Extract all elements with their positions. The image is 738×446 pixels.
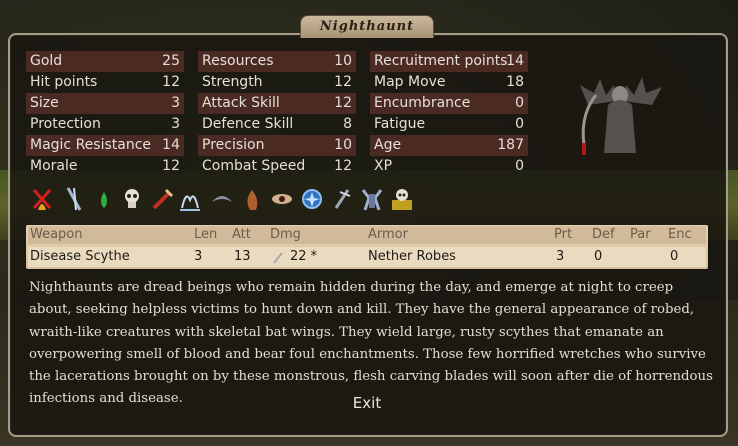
stat-fatigue: Fatigue 0 — [370, 114, 528, 135]
armor-name[interactable]: Nether Robes — [368, 249, 456, 264]
undead-icon[interactable] — [120, 186, 144, 212]
stat-morale: Morale 12 — [26, 156, 184, 177]
stat-label: Morale — [30, 158, 78, 174]
header-att: Att — [232, 227, 251, 242]
armor-prt: 3 — [556, 249, 565, 264]
cold-resistance-icon[interactable] — [330, 186, 354, 212]
stat-label: Attack Skill — [202, 95, 280, 111]
weapon-name[interactable]: Disease Scythe — [30, 249, 130, 264]
slash-damage-icon — [273, 252, 283, 264]
stat-label: Gold — [30, 53, 63, 69]
header-dmg: Dmg — [270, 227, 301, 242]
flying-icon[interactable] — [210, 186, 234, 212]
stat-value: 14 — [506, 53, 524, 69]
stat-label: Combat Speed — [202, 158, 306, 174]
header-par: Par — [630, 227, 651, 242]
disease-weapon-icon[interactable] — [150, 186, 174, 212]
stat-protection: Protection 3 — [26, 114, 184, 135]
stat-value: 25 — [162, 53, 180, 69]
stat-size: Size 3 — [26, 93, 184, 114]
header-def: Def — [592, 227, 615, 242]
stat-label: Magic Resistance — [30, 137, 152, 153]
exit-button[interactable]: Exit — [340, 394, 394, 412]
stat-recruitment-points: Recruitment points 14 — [370, 51, 528, 72]
stat-label: Recruitment points — [374, 53, 508, 69]
panel-title: Nighthaunt — [300, 15, 434, 38]
stat-encumbrance: Encumbrance 0 — [370, 93, 528, 114]
unit-portrait — [580, 77, 662, 155]
stat-value: 0 — [515, 95, 524, 111]
stat-xp: XP 0 — [370, 156, 528, 177]
stat-value: 3 — [171, 95, 180, 111]
stats-column-3: Recruitment points 14 Map Move 18 Encumbra… — [370, 51, 528, 177]
stat-label: XP — [374, 158, 393, 174]
stat-value: 12 — [334, 74, 352, 90]
stat-value: 0 — [515, 158, 524, 174]
stat-label: Size — [30, 95, 59, 111]
stat-map-move: Map Move 18 — [370, 72, 528, 93]
stat-value: 18 — [506, 74, 524, 90]
stat-value: 3 — [171, 116, 180, 132]
stat-precision: Precision 10 — [198, 135, 356, 156]
stat-label: Strength — [202, 74, 263, 90]
stat-combat-speed: Combat Speed 12 — [198, 156, 356, 177]
stat-value: 10 — [334, 53, 352, 69]
stat-gold: Gold 25 — [26, 51, 184, 72]
armor-enc: 0 — [670, 249, 679, 264]
stats-column-1: Gold 25 Hit points 12 Size 3 Protection 3 Ma… — [26, 51, 184, 177]
stat-value: 8 — [343, 116, 352, 132]
header-weapon: Weapon — [30, 227, 83, 242]
darkvision-icon[interactable] — [270, 186, 294, 212]
unit-description: Nighthaunts are dread beings who remain … — [29, 280, 713, 407]
stat-age: Age 187 — [370, 135, 528, 156]
header-enc: Enc — [668, 227, 692, 242]
weapons-armor-table: Weapon Len Att Dmg Armor Prt Def Par Enc… — [26, 225, 708, 269]
magic-icon[interactable] — [300, 186, 324, 212]
stat-magic-resistance: Magic Resistance 14 — [26, 135, 184, 156]
stat-value: 12 — [334, 95, 352, 111]
stat-strength: Strength 12 — [198, 72, 356, 93]
fear-icon[interactable] — [360, 186, 384, 212]
stat-label: Defence Skill — [202, 116, 294, 132]
stat-label: Hit points — [30, 74, 98, 90]
stat-label: Encumbrance — [374, 95, 471, 111]
stat-value: 10 — [334, 137, 352, 153]
stat-value: 187 — [497, 137, 524, 153]
weapon-att: 13 — [234, 249, 251, 264]
horror-icon[interactable] — [240, 186, 264, 212]
stat-label: Age — [374, 137, 402, 153]
header-armor: Armor — [368, 227, 408, 242]
stat-value: 12 — [162, 74, 180, 90]
stat-value: 12 — [162, 158, 180, 174]
weapon-dmg: 22 * — [290, 249, 318, 264]
stealth-icon[interactable] — [62, 186, 86, 212]
poison-resistance-icon[interactable] — [92, 186, 116, 212]
stat-hit-points: Hit points 12 — [26, 72, 184, 93]
stat-label: Protection — [30, 116, 101, 132]
stat-label: Precision — [202, 137, 265, 153]
stat-value: 14 — [162, 137, 180, 153]
stat-label: Resources — [202, 53, 274, 69]
stat-resources: Resources 10 — [198, 51, 356, 72]
ethereal-icon[interactable] — [178, 186, 202, 212]
stat-value: 12 — [334, 158, 352, 174]
stat-attack-skill: Attack Skill 12 — [198, 93, 356, 114]
armor-def: 0 — [594, 249, 603, 264]
stat-label: Fatigue — [374, 116, 426, 132]
stat-value: 0 — [515, 116, 524, 132]
header-prt: Prt — [554, 227, 573, 242]
weapon-len: 3 — [194, 249, 203, 264]
stat-label: Map Move — [374, 74, 446, 90]
header-len: Len — [194, 227, 218, 242]
stats-column-2: Resources 10 Strength 12 Attack Skill 12 De… — [198, 51, 356, 177]
skull-treasure-icon[interactable] — [390, 186, 414, 212]
fire-resistance-icon[interactable] — [30, 186, 54, 212]
stat-defence-skill: Defence Skill 8 — [198, 114, 356, 135]
